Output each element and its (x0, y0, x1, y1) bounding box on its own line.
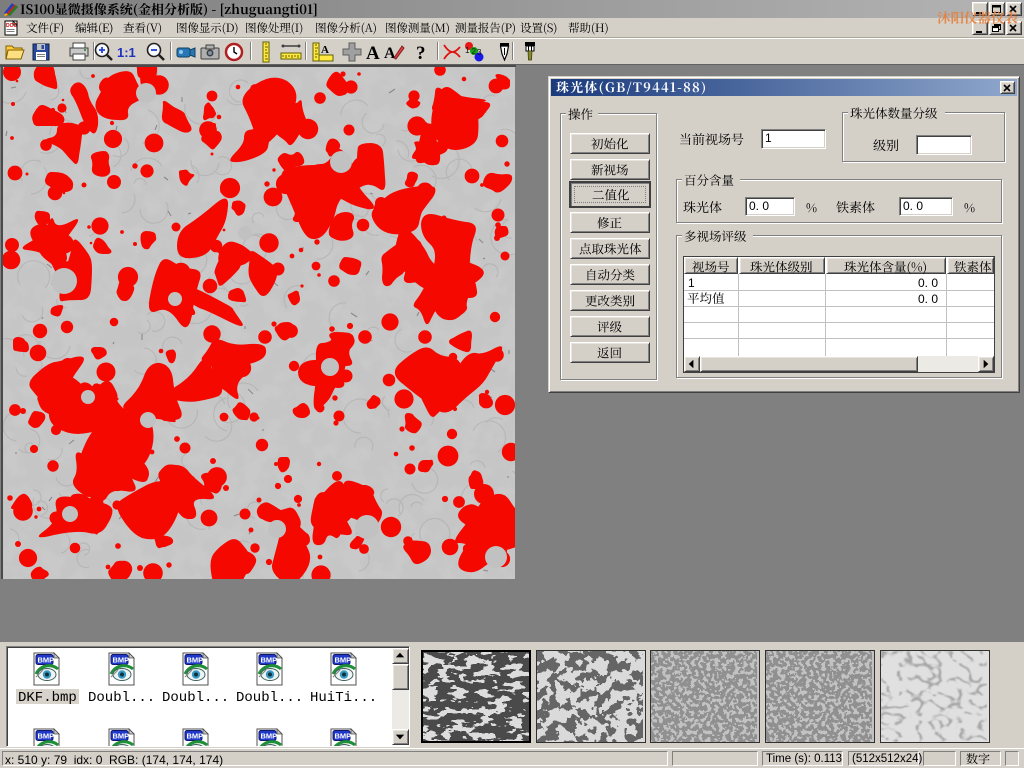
svg-text:A: A (366, 43, 380, 64)
svg-text:BMP: BMP (261, 656, 278, 665)
svg-text:3: 3 (477, 48, 482, 57)
svg-text:BMP: BMP (187, 656, 204, 665)
svg-text:DOC: DOC (6, 23, 18, 29)
svg-text:BMP: BMP (335, 656, 352, 665)
svg-text:BMP: BMP (38, 732, 55, 741)
svg-text:BMP: BMP (113, 732, 130, 741)
svg-text:BMP: BMP (261, 732, 278, 741)
svg-text:BMP: BMP (335, 732, 352, 741)
svg-text:A: A (384, 45, 396, 62)
svg-text:BMP: BMP (187, 732, 204, 741)
svg-text:1: 1 (465, 46, 470, 55)
svg-text:1:1: 1:1 (117, 45, 136, 60)
svg-text:A: A (321, 44, 329, 56)
svg-text:2: 2 (472, 47, 477, 56)
svg-text:BMP: BMP (38, 656, 55, 665)
svg-text:?: ? (416, 43, 426, 64)
svg-text:BMP: BMP (113, 656, 130, 665)
